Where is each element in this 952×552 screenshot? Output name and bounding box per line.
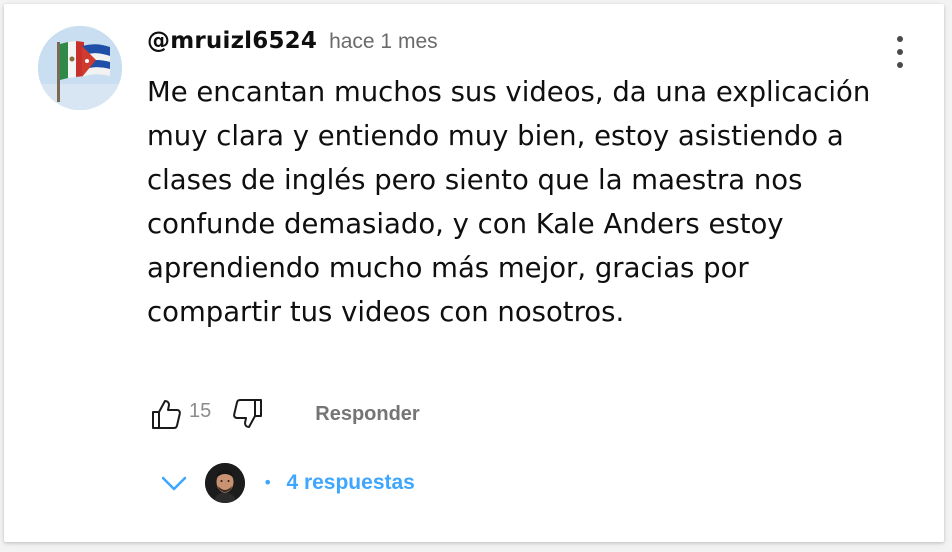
creator-avatar-icon xyxy=(205,463,245,503)
comment-header: @mruizl6524 hace 1 mes xyxy=(147,28,438,54)
comment-actions: 15 Responder xyxy=(149,397,420,431)
commenter-avatar[interactable] xyxy=(38,26,122,110)
replies-toggle[interactable]: • 4 respuestas xyxy=(159,462,415,504)
comment-timestamp[interactable]: hace 1 mes xyxy=(329,30,438,54)
expand-replies-button[interactable] xyxy=(159,468,189,498)
dislike-button[interactable] xyxy=(231,397,265,431)
view-replies-link[interactable]: 4 respuestas xyxy=(286,471,414,495)
creator-avatar xyxy=(205,463,245,503)
thumbs-up-icon xyxy=(152,400,181,429)
more-vertical-icon xyxy=(897,36,903,68)
more-options-button[interactable] xyxy=(890,32,910,72)
comment-author[interactable]: @mruizl6524 xyxy=(147,28,317,54)
comment-text: Me encantan muchos sus videos, da una ex… xyxy=(147,76,871,328)
chevron-down-icon xyxy=(161,476,187,491)
like-count: 15 xyxy=(189,399,212,422)
thumbs-down-icon xyxy=(233,399,263,428)
separator-dot: • xyxy=(263,472,273,492)
reply-button[interactable]: Responder xyxy=(315,403,419,426)
like-button[interactable] xyxy=(149,397,183,431)
flag-avatar-icon xyxy=(38,26,122,110)
comment-card: @mruizl6524 hace 1 mes Me encantan mucho… xyxy=(4,4,944,542)
